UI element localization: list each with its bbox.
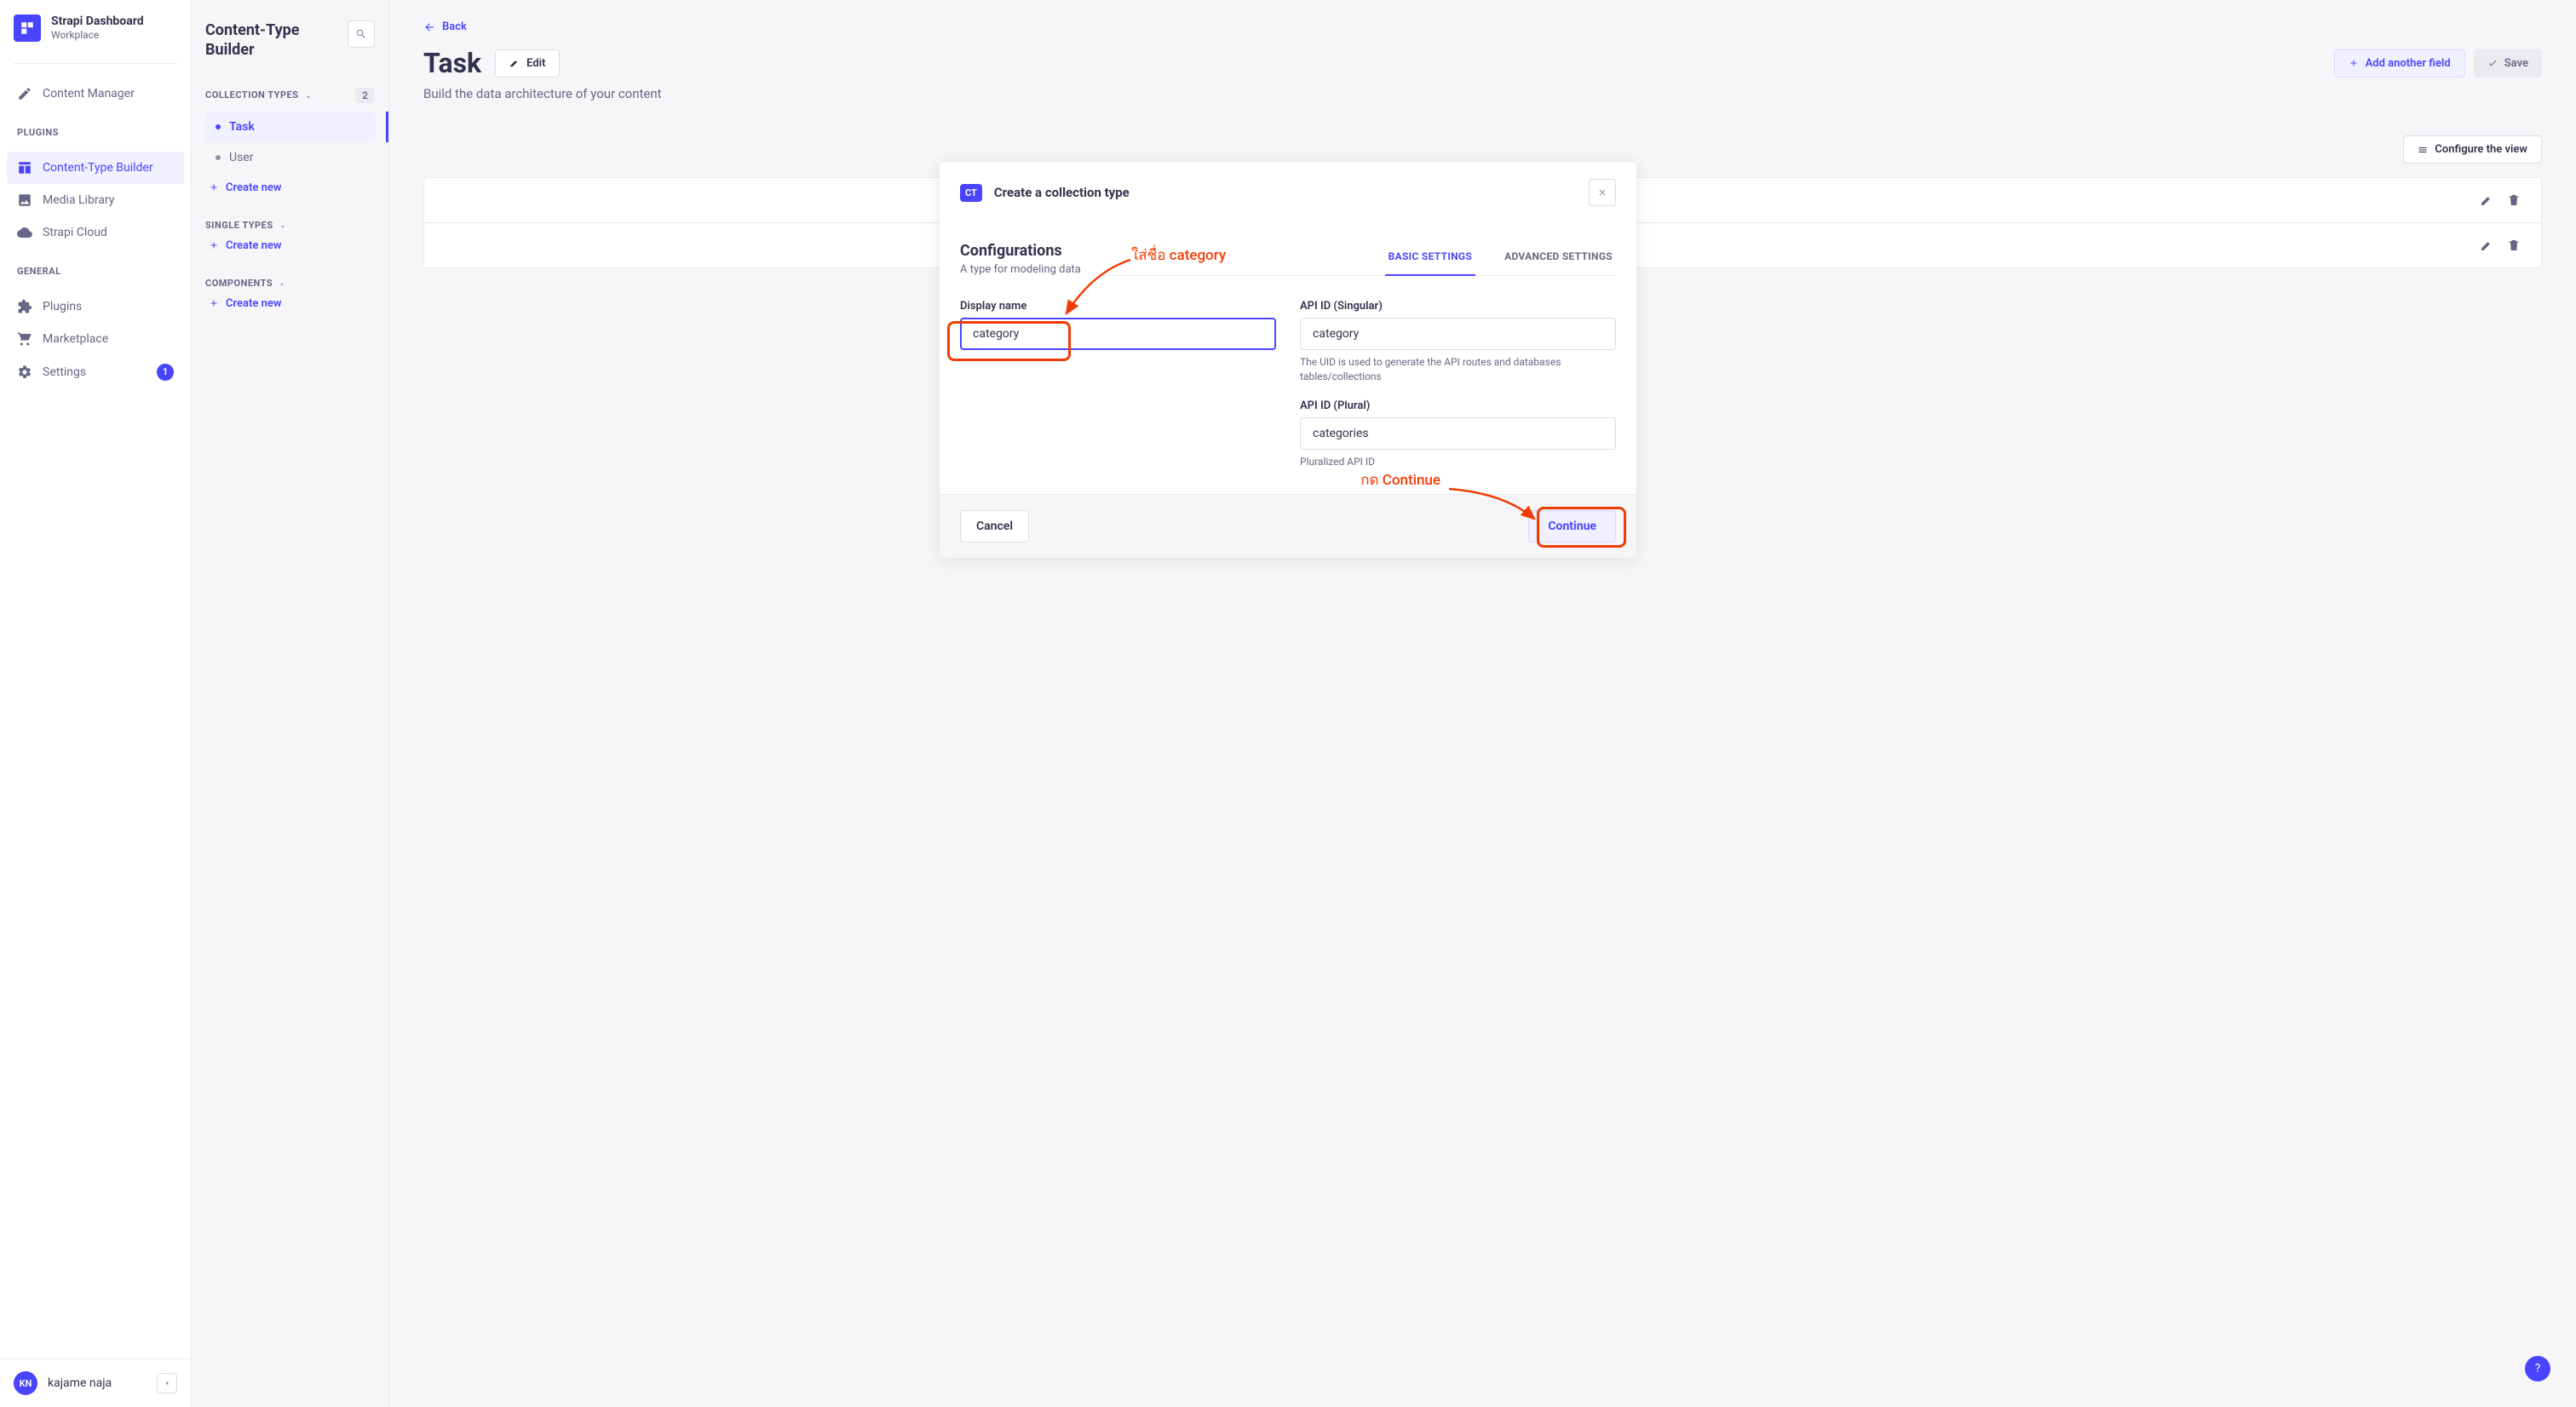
- api-id-plural-input[interactable]: [1300, 417, 1616, 450]
- modal-title: Create a collection type: [994, 185, 1130, 200]
- api-id-plural-label: API ID (Plural): [1300, 399, 1616, 412]
- modal-overlay: CT Create a collection type Configuratio…: [0, 0, 2576, 1407]
- settings-tabs: BASIC SETTINGS ADVANCED SETTINGS: [1101, 238, 1616, 276]
- cancel-button[interactable]: Cancel: [960, 510, 1029, 543]
- config-heading: Configurations: [960, 242, 1081, 260]
- api-id-plural-field: API ID (Plural) Pluralized API ID: [1300, 399, 1616, 469]
- api-id-singular-input[interactable]: [1300, 318, 1616, 350]
- continue-button[interactable]: Continue: [1528, 510, 1616, 543]
- api-id-singular-field: API ID (Singular) The UID is used to gen…: [1300, 300, 1616, 384]
- display-name-field: Display name: [960, 300, 1276, 350]
- config-subtitle: A type for modeling data: [960, 263, 1081, 276]
- modal-footer: Cancel Continue: [940, 494, 1636, 558]
- tab-basic-settings[interactable]: BASIC SETTINGS: [1385, 238, 1475, 276]
- ct-badge: CT: [960, 184, 982, 202]
- display-name-input[interactable]: [960, 318, 1276, 350]
- close-icon: [1597, 187, 1607, 198]
- api-id-plural-help: Pluralized API ID: [1300, 455, 1616, 469]
- modal-body: Configurations A type for modeling data …: [940, 223, 1636, 494]
- api-id-singular-help: The UID is used to generate the API rout…: [1300, 355, 1616, 384]
- display-name-label: Display name: [960, 300, 1276, 313]
- tab-advanced-settings[interactable]: ADVANCED SETTINGS: [1501, 238, 1616, 276]
- create-collection-modal: CT Create a collection type Configuratio…: [940, 162, 1636, 558]
- close-modal-button[interactable]: [1589, 179, 1616, 206]
- api-id-singular-label: API ID (Singular): [1300, 300, 1616, 313]
- modal-header: CT Create a collection type: [940, 162, 1636, 223]
